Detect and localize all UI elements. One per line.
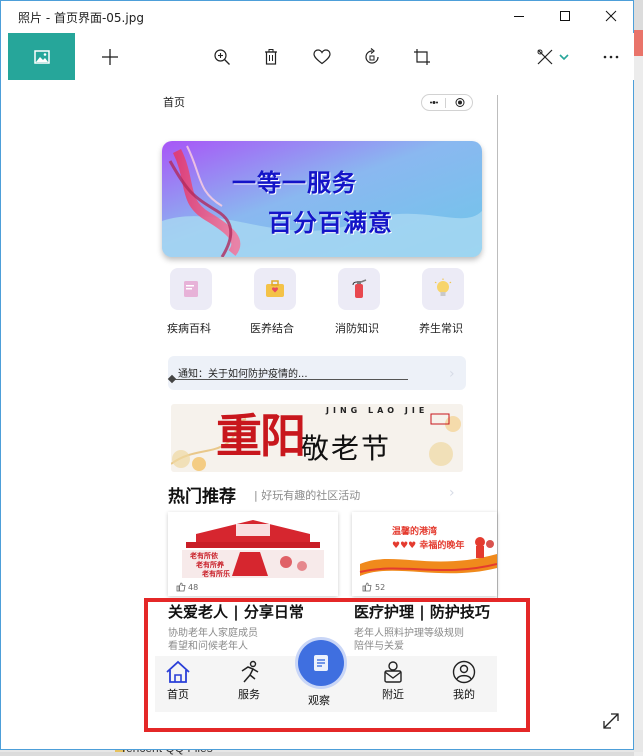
medkit-icon bbox=[266, 280, 284, 297]
fullscreen-button[interactable] bbox=[600, 710, 622, 732]
crop-icon bbox=[414, 49, 430, 65]
category-fire-button[interactable] bbox=[338, 268, 380, 310]
add-button[interactable] bbox=[99, 46, 121, 68]
like-count: 48 bbox=[188, 583, 199, 592]
title-bar: 照片 - 首页界面-05.jpg bbox=[0, 0, 634, 32]
expand-icon bbox=[603, 713, 619, 729]
category-care-button[interactable] bbox=[254, 268, 296, 310]
extinguisher-icon bbox=[352, 279, 367, 298]
divider bbox=[497, 95, 498, 600]
chevron-right-icon: › bbox=[449, 366, 455, 382]
section-subtitle: | 好玩有趣的社区活动 bbox=[254, 489, 361, 502]
edit-dropdown-button[interactable] bbox=[557, 46, 571, 68]
photo-view-button[interactable] bbox=[8, 33, 75, 80]
rotate-icon bbox=[365, 48, 379, 64]
festival-subtitle: 敬老节 bbox=[301, 432, 392, 465]
highlight-box bbox=[144, 598, 530, 732]
thumbs-up-icon bbox=[176, 582, 186, 592]
category-health-button[interactable] bbox=[422, 268, 464, 310]
category-label: 养生常识 bbox=[419, 322, 463, 335]
bulb-icon bbox=[434, 278, 452, 296]
banner-artwork bbox=[162, 141, 482, 257]
like-count: 52 bbox=[375, 583, 386, 592]
section-title: 热门推荐 bbox=[168, 487, 236, 507]
svg-text:老有所乐: 老有所乐 bbox=[201, 569, 230, 578]
banner-subheadline: 百分百满意 bbox=[268, 209, 393, 237]
thumbs-up-icon bbox=[362, 582, 372, 592]
more-icon bbox=[603, 55, 619, 59]
heart-icon bbox=[313, 49, 331, 65]
window-title: 照片 - 首页界面-05.jpg bbox=[18, 11, 144, 25]
svg-text:♥♥♥ 幸福的晚年: ♥♥♥ 幸福的晚年 bbox=[392, 539, 464, 551]
plus-icon bbox=[102, 49, 118, 65]
chevron-down-icon bbox=[559, 54, 569, 61]
maximize-icon bbox=[560, 11, 570, 21]
maximize-button[interactable] bbox=[542, 0, 588, 32]
page-title: 首页 bbox=[163, 96, 185, 109]
svg-text:老有所依: 老有所依 bbox=[189, 551, 219, 560]
rotate-button[interactable] bbox=[361, 46, 383, 68]
svg-text:温馨的港湾: 温馨的港湾 bbox=[392, 525, 437, 537]
edit-tools-icon bbox=[537, 49, 553, 65]
crop-button[interactable] bbox=[411, 46, 433, 68]
background-panel bbox=[634, 56, 643, 756]
svg-text:老有所养: 老有所养 bbox=[195, 560, 224, 569]
minimize-button[interactable] bbox=[496, 0, 542, 32]
minimize-icon bbox=[514, 16, 524, 17]
category-label: 消防知识 bbox=[335, 322, 379, 335]
zoom-in-icon bbox=[214, 49, 230, 65]
notice-underline bbox=[172, 379, 408, 380]
capsule-icons bbox=[430, 98, 465, 107]
close-button[interactable] bbox=[588, 0, 634, 32]
zoom-in-button[interactable] bbox=[211, 46, 233, 68]
image-icon bbox=[33, 49, 50, 64]
favorite-button[interactable] bbox=[311, 46, 333, 68]
category-disease-button[interactable] bbox=[170, 268, 212, 310]
hero-banner[interactable] bbox=[162, 141, 482, 257]
edit-create-button[interactable] bbox=[534, 46, 556, 68]
capsule-divider bbox=[445, 98, 446, 108]
category-label: 疾病百科 bbox=[167, 322, 211, 335]
category-label: 医养结合 bbox=[250, 322, 294, 335]
festival-title: 重阳 bbox=[216, 409, 306, 463]
activity-card[interactable]: 老有所依 老有所养 老有所乐 48 bbox=[168, 512, 338, 596]
festival-pinyin: JING LAO JIE bbox=[326, 406, 429, 415]
card-artwork: 温馨的港湾 ♥♥♥ 幸福的晚年 bbox=[352, 512, 497, 596]
notice-text: 通知：关于如何防护疫情的... bbox=[178, 369, 308, 380]
chevron-right-icon[interactable]: › bbox=[449, 485, 455, 501]
trash-icon bbox=[265, 49, 277, 65]
banner-headline: 一等一服务 bbox=[232, 169, 357, 197]
close-icon bbox=[605, 10, 617, 22]
miniapp-capsule[interactable] bbox=[421, 94, 473, 111]
more-button[interactable] bbox=[600, 46, 622, 68]
book-icon bbox=[184, 281, 198, 297]
delete-button[interactable] bbox=[260, 46, 282, 68]
activity-card[interactable]: 温馨的港湾 ♥♥♥ 幸福的晚年 52 bbox=[352, 512, 497, 596]
